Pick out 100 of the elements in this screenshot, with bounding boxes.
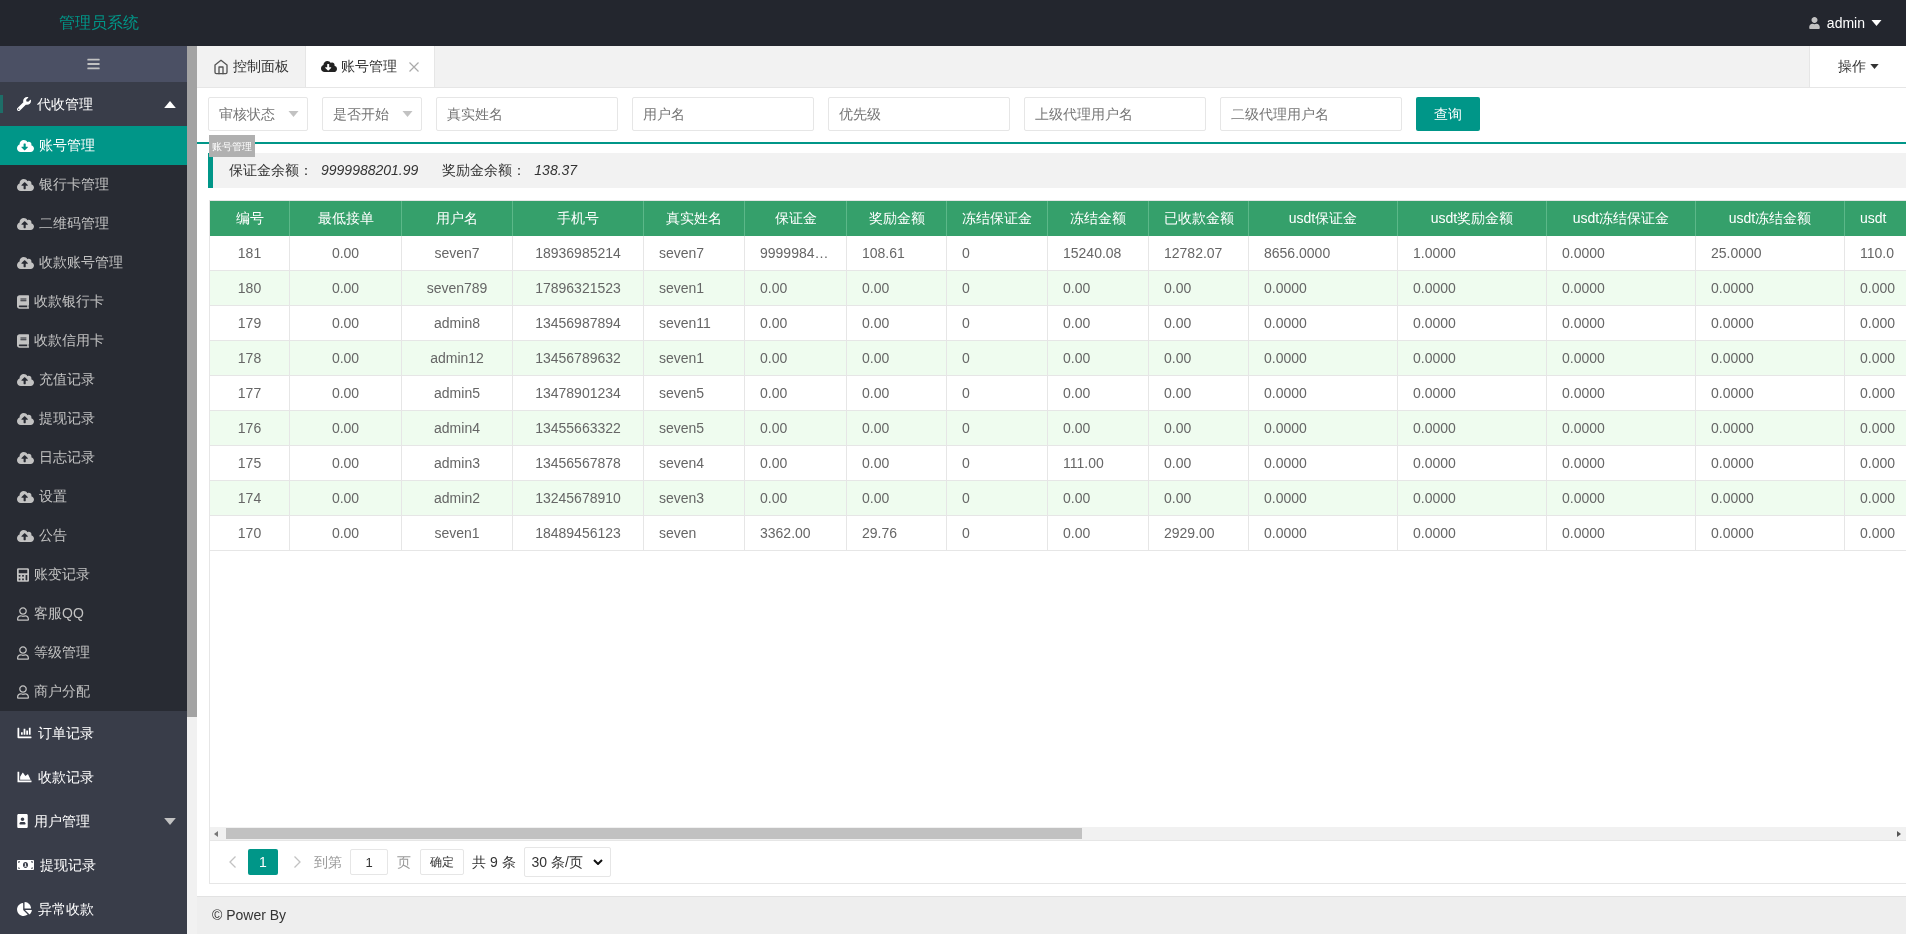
cloud-upload-icon [17,255,34,270]
tab[interactable]: 账号管理 [305,46,435,87]
table-cell: 18936985214 [513,236,644,270]
table-cell: 0.0000 [1398,481,1547,515]
table-cell-text: 0.000 [1859,453,1897,473]
nav-item[interactable]: 公告 [0,516,187,555]
table-cell: 0.00 [847,411,947,445]
cloud-download-icon [321,60,337,73]
table-cell: 13456987894 [513,306,644,340]
footer-text: © Power By [212,906,287,925]
select-field[interactable]: 是否开始 [322,97,422,131]
menu-toggle[interactable] [0,46,187,82]
table-cell: 0.00 [1048,376,1149,410]
table-cell: 0 [947,411,1048,445]
nav-item[interactable]: 等级管理 [0,633,187,672]
table-cell: 176 [210,411,290,445]
table-cell: 0.00 [290,306,402,340]
table-cell: 0.00 [745,271,847,305]
table-cell: 0.0000 [1249,271,1398,305]
table-cell-text: 0.000 [1859,348,1897,368]
table-cell: 0.00 [1149,271,1249,305]
nav-item[interactable]: 账变记录 [0,555,187,594]
table-cell: seven4 [644,446,745,480]
scrollbar-thumb[interactable] [187,46,197,717]
text-input[interactable]: 上级代理用户名 [1024,97,1206,131]
table-cell: seven1 [644,341,745,375]
table-cell: 0.00 [290,236,402,270]
page-unit: 页 [397,852,411,872]
table-cell: 181 [210,236,290,270]
page-size-select[interactable]: 30 条/页 [523,847,611,877]
table-cell: 15240.08 [1048,236,1149,270]
table-cell: 0.00 [745,446,847,480]
page-button[interactable]: 1 [248,849,278,875]
caret-down-icon [288,111,299,117]
table-cell: 0.00 [290,411,402,445]
nav-item[interactable]: 收款银行卡 [0,282,187,321]
nav-item[interactable]: 日志记录 [0,438,187,477]
balance-value: 138.37 [534,161,578,180]
table-cell: 13456567878 [513,446,644,480]
nav-item[interactable]: 银行卡管理 [0,165,187,204]
table-cell-text: 0.000 [1859,313,1897,333]
table-cell: 0 [947,481,1048,515]
table-cell: 0.0000 [1249,411,1398,445]
nav-item[interactable]: 客服QQ [0,594,187,633]
nav-item[interactable]: 账号管理 [0,126,187,165]
calculator-icon [17,567,29,582]
user-icon [17,645,29,660]
table-cell: admin5 [402,376,513,410]
text-input[interactable]: 二级代理用户名 [1220,97,1402,131]
scroll-left-icon[interactable] [214,830,218,837]
table-cell: seven [644,516,745,550]
select-field[interactable]: 审核状态 [208,97,308,131]
page-input[interactable]: 1 [350,849,388,875]
wrench-icon [17,97,31,111]
column-header: usdt [1859,209,1888,228]
bar-chart-icon [17,726,32,740]
table-cell: seven5 [644,411,745,445]
nav-item[interactable]: 二维码管理 [0,204,187,243]
table-cell-text: 0.000 [1859,523,1897,543]
table-cell: 13456789632 [513,341,644,375]
nav-item[interactable]: 收款信用卡 [0,321,187,360]
nav-item[interactable]: 设置 [0,477,187,516]
search-button[interactable]: 查询 [1416,97,1480,131]
table-cell-text: 110.0 [1859,243,1895,263]
nav-item[interactable]: 商户分配 [0,672,187,711]
table-cell: 0.00 [847,376,947,410]
table-cell: 0.00 [1149,411,1249,445]
nav-item[interactable]: 充值记录 [0,360,187,399]
caret-down-icon [402,111,413,117]
nav-item[interactable]: 收款账号管理 [0,243,187,282]
confirm-button[interactable]: 确定 [420,849,464,875]
table-cell: 175 [210,446,290,480]
text-input[interactable]: 优先级 [828,97,1010,131]
table-cell: 0.0000 [1547,481,1696,515]
table-cell: 0.0000 [1696,516,1845,550]
table-cell: 0.0000 [1249,446,1398,480]
balance-value: 9999988201.99 [321,161,419,180]
table-cell: 0.0000 [1398,271,1547,305]
scroll-right-icon[interactable] [1897,830,1901,837]
menu-icon [87,57,100,71]
table-cell: 111.00 [1048,446,1149,480]
cloud-upload-icon [17,489,34,504]
text-input[interactable]: 真实姓名 [436,97,618,131]
table-cell: admin2 [402,481,513,515]
pie-chart-icon [17,902,32,916]
text-input[interactable]: 用户名 [632,97,814,131]
table-cell: 108.61 [847,236,947,270]
actions-menu-button[interactable]: 操作 [1809,46,1906,87]
table-cell: 13478901234 [513,376,644,410]
table-cell: seven7 [644,236,745,270]
table-cell: 0.00 [745,341,847,375]
table-cell: 0 [947,446,1048,480]
close-icon[interactable] [409,61,419,72]
user-menu[interactable]: admin [1808,12,1882,34]
table-cell: 0.0000 [1547,411,1696,445]
nav-item[interactable]: 提现记录 [0,399,187,438]
table-cell: 0.0000 [1696,376,1845,410]
table-cell: admin3 [402,446,513,480]
table-cell: seven3 [644,481,745,515]
scrollbar-thumb[interactable] [226,828,1082,839]
